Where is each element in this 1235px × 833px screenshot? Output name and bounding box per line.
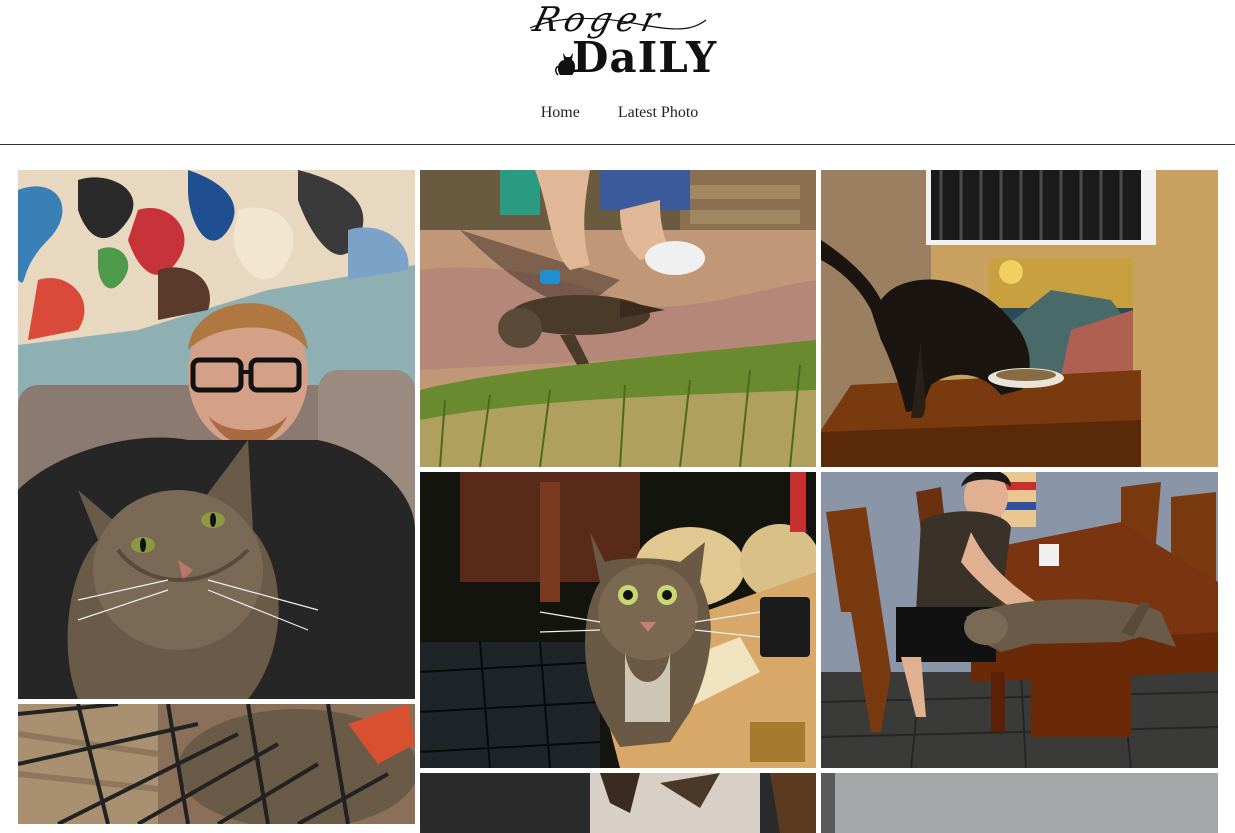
cat-eating-on-table-photo[interactable]	[821, 170, 1218, 467]
cat-looking-up-photo[interactable]	[420, 472, 816, 768]
man-with-cat-selfie-photo[interactable]	[18, 170, 415, 699]
site-header: Roger DaILY Home Latest Photo	[0, 0, 1235, 145]
main-nav: Home Latest Photo	[0, 104, 1235, 122]
man-petting-cat-on-table-photo[interactable]	[821, 472, 1218, 768]
cat-brushed-on-porch-photo[interactable]	[420, 170, 816, 467]
nav-latest-photo-link[interactable]: Latest Photo	[618, 104, 698, 122]
site-logo[interactable]: Roger DaILY	[528, 0, 723, 82]
nav-home-link[interactable]: Home	[541, 104, 580, 122]
cat-partial-photo[interactable]	[420, 773, 816, 833]
gray-wall-partial-photo[interactable]	[821, 773, 1218, 833]
cat-in-cage-photo[interactable]	[18, 704, 415, 824]
logo-block-text: DaILY	[572, 33, 718, 82]
